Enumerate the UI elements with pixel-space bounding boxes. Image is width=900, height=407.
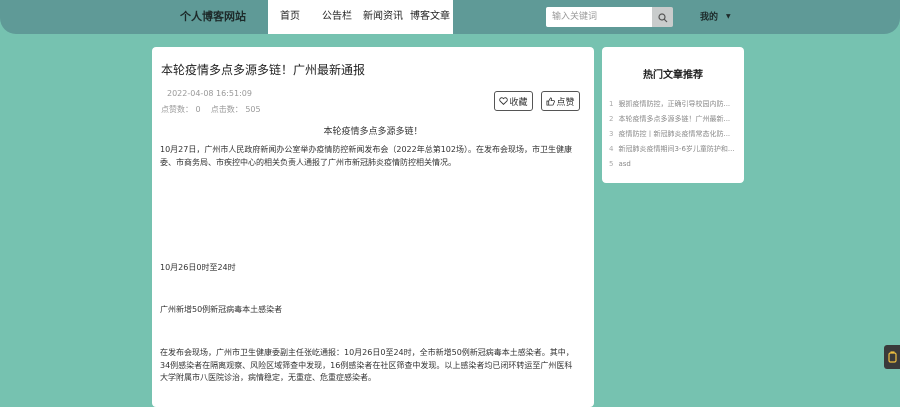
hot-articles-title: 热门文章推荐 xyxy=(643,70,703,81)
article-paragraph: 广州新增50例新冠病毒本土感染者 xyxy=(160,305,283,314)
search-input[interactable] xyxy=(546,7,652,27)
article-title: 本轮疫情多点多源多链！广州最新通报 xyxy=(161,63,366,77)
nav-news[interactable]: 新闻资讯 xyxy=(363,0,403,34)
list-item-label: 新冠肺炎疫情期间3-6岁儿童防护和... xyxy=(618,145,735,153)
list-item-label: asd xyxy=(618,160,631,168)
cup-icon xyxy=(887,348,897,367)
article-paragraph: 在发布会现场，广州市卫生健康委副主任张屹通报：10月26日0至24时，全市新增5… xyxy=(160,348,574,382)
top-navbar: 个人博客网站 首页 公告栏 新闻资讯 博客文章 我的 ▼ xyxy=(0,0,900,34)
hot-articles-list: 1 狠抓疫情防控，正确引导校园内防... 2 本轮疫情多点多源多链！广州最新... … xyxy=(609,97,739,172)
article-stats: 点赞数： 0 点击数： 505 xyxy=(161,105,261,114)
list-item[interactable]: 5 asd xyxy=(609,157,739,172)
article-card: 本轮疫情多点多源多链！广州最新通报 2022-04-08 16:51:09 点赞… xyxy=(152,47,594,407)
floating-widget-button[interactable] xyxy=(884,345,900,369)
list-item[interactable]: 4 新冠肺炎疫情期间3-6岁儿童防护和... xyxy=(609,142,739,157)
thumbs-up-icon xyxy=(546,96,556,106)
heart-icon xyxy=(499,97,509,105)
nav-home[interactable]: 首页 xyxy=(280,0,300,34)
article-paragraph: 10月26日0时至24时 xyxy=(160,263,236,272)
article-date: 2022-04-08 16:51:09 xyxy=(167,89,252,98)
search-button[interactable] xyxy=(652,7,673,27)
list-item-number: 3 xyxy=(609,130,614,138)
favorite-button[interactable]: 收藏 xyxy=(494,91,533,111)
nav-blog-articles[interactable]: 博客文章 xyxy=(410,0,450,34)
main-nav: 首页 公告栏 新闻资讯 博客文章 xyxy=(268,0,453,34)
list-item[interactable]: 1 狠抓疫情防控，正确引导校园内防... xyxy=(609,97,739,112)
like-label: 点赞 xyxy=(556,97,575,108)
list-item-label: 狠抓疫情防控，正确引导校园内防... xyxy=(618,100,731,108)
like-button[interactable]: 点赞 xyxy=(541,91,580,111)
search-bar xyxy=(546,7,673,27)
list-item-number: 5 xyxy=(609,160,614,168)
search-icon xyxy=(657,8,668,27)
favorite-label: 收藏 xyxy=(509,97,528,108)
user-menu-label: 我的 xyxy=(700,12,719,23)
article-paragraph: 10月27日，广州市人民政府新闻办公室举办疫情防控新闻发布会（2022年总第10… xyxy=(160,145,572,167)
article-subheading: 本轮疫情多点多源多链！ xyxy=(323,127,423,137)
hot-articles-panel: 热门文章推荐 1 狠抓疫情防控，正确引导校园内防... 2 本轮疫情多点多源多链！广… xyxy=(602,47,744,183)
list-item-number: 2 xyxy=(609,115,614,123)
list-item-label: 本轮疫情多点多源多链！广州最新... xyxy=(618,115,731,123)
site-brand[interactable]: 个人博客网站 xyxy=(180,0,246,34)
user-menu[interactable]: 我的 ▼ xyxy=(700,0,731,34)
list-item[interactable]: 2 本轮疫情多点多源多链！广州最新... xyxy=(609,112,739,127)
list-item-label: 疫情防控丨新冠肺炎疫情常态化防... xyxy=(618,130,731,138)
caret-down-icon: ▼ xyxy=(726,13,731,20)
list-item-number: 1 xyxy=(609,100,614,108)
nav-announcements[interactable]: 公告栏 xyxy=(322,0,352,34)
list-item-number: 4 xyxy=(609,145,614,153)
list-item[interactable]: 3 疫情防控丨新冠肺炎疫情常态化防... xyxy=(609,127,739,142)
